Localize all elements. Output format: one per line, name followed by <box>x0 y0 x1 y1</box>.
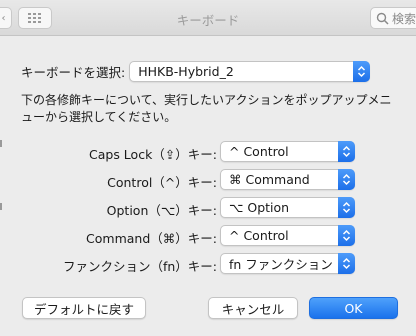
modifier-row-command: Command（⌘）キー: ^ Control <box>0 225 416 247</box>
popup-value: fn ファンクション <box>229 257 333 272</box>
modifier-row-control: Control（^）キー: ⌘ Command <box>0 169 416 191</box>
window-titlebar: ‹ キーボード 検索 <box>0 0 416 36</box>
modifier-label: ファンクション（fn）キー: <box>62 259 217 274</box>
keyboard-select-popup[interactable]: HHKB-Hybrid_2 <box>129 61 371 82</box>
updown-chevron-icon <box>338 197 355 218</box>
search-field[interactable]: 検索 <box>370 7 416 29</box>
keyboard-select-row: キーボードを選択: HHKB-Hybrid_2 <box>21 61 371 82</box>
window-edge-marker <box>0 140 2 147</box>
window-title: キーボード <box>176 13 240 28</box>
modifier-label: Control（^）キー: <box>107 175 217 190</box>
popup-value: ⌥ Option <box>229 200 290 215</box>
modifier-label: Command（⌘）キー: <box>86 231 217 246</box>
instruction-text: 下の各修飾キーについて、実行したいアクションをポップアップメニューから選択してく… <box>21 93 392 124</box>
fn-action-popup[interactable]: fn ファンクション <box>220 253 355 274</box>
modifier-row-fn: ファンクション（fn）キー: fn ファンクション <box>0 253 416 275</box>
updown-chevron-icon <box>338 253 355 274</box>
ok-button[interactable]: OK <box>309 297 398 319</box>
caps-lock-action-popup[interactable]: ^ Control <box>220 141 355 162</box>
modifier-label: Option（⌥）キー: <box>106 203 217 218</box>
keyboard-select-label: キーボードを選択: <box>21 65 126 80</box>
window-edge-marker <box>0 203 2 210</box>
updown-chevron-icon <box>338 225 355 246</box>
updown-chevron-icon <box>353 61 371 82</box>
search-placeholder: 検索 <box>392 11 416 26</box>
popup-value: ⌘ Command <box>229 172 310 187</box>
modifier-row-option: Option（⌥）キー: ⌥ Option <box>0 197 416 219</box>
option-action-popup[interactable]: ⌥ Option <box>220 197 355 218</box>
modifier-keys-sheet: キーボードを選択: HHKB-Hybrid_2 下の各修飾キーについて、実行した… <box>0 36 416 336</box>
modifier-row-caps-lock: Caps Lock（⇪）キー: ^ Control <box>0 141 416 163</box>
restore-defaults-button[interactable]: デフォルトに戻す <box>22 297 146 319</box>
command-action-popup[interactable]: ^ Control <box>220 225 355 246</box>
control-action-popup[interactable]: ⌘ Command <box>220 169 355 190</box>
popup-value: ^ Control <box>229 228 289 243</box>
cancel-button[interactable]: キャンセル <box>208 297 298 319</box>
updown-chevron-icon <box>338 169 355 190</box>
updown-chevron-icon <box>338 141 355 162</box>
popup-value: ^ Control <box>229 144 289 159</box>
keyboard-select-value: HHKB-Hybrid_2 <box>138 64 234 79</box>
modifier-label: Caps Lock（⇪）キー: <box>89 147 217 162</box>
search-icon <box>376 12 389 25</box>
